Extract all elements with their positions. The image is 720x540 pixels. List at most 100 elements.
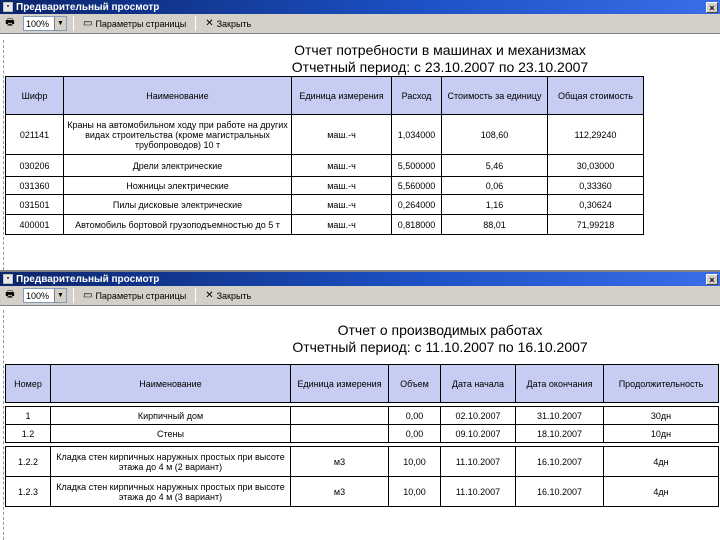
table-cell: 0,264000 [391,194,442,215]
table-row: 1.2 Стены 0,00 09.10.2007 18.10.2007 10д… [5,424,719,443]
print-icon[interactable]: 🖶 [3,17,17,31]
page-setup-label: Параметры страницы [95,18,187,29]
table-cell: 5,46 [441,154,548,177]
column-header: Единица измерения [291,76,392,115]
table-cell: 031501 [5,194,64,215]
table-cell: 11.10.2007 [440,446,516,477]
page-setup-label: Параметры страницы [95,290,187,301]
column-header: Продолжительность [603,364,719,403]
table-cell: Дрели электрические [63,154,292,177]
table-cell: маш.-ч [291,154,392,177]
column-header: Дата окончания [515,364,604,403]
zoom-select[interactable]: 100% ▼ [23,288,67,303]
toolbar: 🖶 100% ▼ ▭ Параметры страницы ✕ Закрыть [0,286,720,306]
toolbar-divider [73,288,74,303]
table-cell: 0,33360 [547,176,644,195]
column-header: Шифр [5,76,64,115]
table-cell: 030206 [5,154,64,177]
page-setup-button[interactable]: ▭ Параметры страницы [80,18,189,29]
page-margin-line [3,310,4,540]
report-title-line: Отчет потребности в машинах и механизмах [294,42,586,58]
chevron-down-icon[interactable]: ▼ [54,17,66,30]
report-title-line: Отчет о производимых работах [337,322,543,338]
table-cell: 02.10.2007 [440,406,516,425]
column-header: Наименование [50,364,291,403]
table-cell: маш.-ч [291,114,392,155]
table-cell: Краны на автомобильном ходу при работе н… [63,114,292,155]
table-row: 030206 Дрели электрические маш.-ч 5,5000… [5,154,644,177]
table-row: 1.2.2 Кладка стен кирпичных наружных про… [5,446,719,477]
page-icon: ▭ [83,290,93,301]
close-button[interactable]: ✕ Закрыть [202,18,254,29]
close-button[interactable]: ✕ Закрыть [202,290,254,301]
table-cell: 1,16 [441,194,548,215]
report-page: Отчет о производимых работах Отчетный пе… [0,306,720,540]
table-cell: Стены [50,424,291,443]
toolbar-divider [195,16,197,31]
table-row: 1 Кирпичный дом 0,00 02.10.2007 31.10.20… [5,406,719,425]
column-header: Расход [391,76,442,115]
report-period-line: Отчетный период: с 11.10.2007 по 16.10.2… [292,339,588,355]
table-cell: 112,29240 [547,114,644,155]
table-cell: 30,03000 [547,154,644,177]
table-cell: Кирпичный дом [50,406,291,425]
table-cell: Ножницы электрические [63,176,292,195]
table-cell: 10дн [603,424,719,443]
column-header: Единица измерения [290,364,389,403]
table-row: 031501 Пилы дисковые электрические маш.-… [5,194,644,215]
table-cell: Пилы дисковые электрические [63,194,292,215]
table-cell: 10,00 [388,476,441,507]
table-cell: 5,500000 [391,154,442,177]
zoom-select[interactable]: 100% ▼ [23,16,67,31]
print-icon[interactable]: 🖶 [3,289,17,303]
table-cell: 108,60 [441,114,548,155]
column-header: Номер [5,364,51,403]
zoom-value: 100% [26,290,50,301]
column-header: Наименование [63,76,292,115]
table-cell: 031360 [5,176,64,195]
close-icon: ✕ [205,18,214,29]
table-cell: 71,99218 [547,214,644,235]
zoom-value: 100% [26,18,50,29]
table-cell: м3 [290,476,389,507]
close-icon[interactable]: × [706,1,718,13]
column-header: Объем [388,364,441,403]
table-cell: м3 [290,446,389,477]
report-table: Шифр Наименование Единица измерения Расх… [5,76,644,235]
table-cell: 31.10.2007 [515,406,604,425]
app-icon: ▪ [3,2,13,12]
table-cell: 0,818000 [391,214,442,235]
table-cell [290,424,389,443]
table-cell: 16.10.2007 [515,446,604,477]
page-setup-button[interactable]: ▭ Параметры страницы [80,290,189,301]
table-cell: Кладка стен кирпичных наружных простых п… [50,476,291,507]
page-icon: ▭ [83,18,93,29]
table-cell: маш.-ч [291,214,392,235]
close-icon[interactable]: × [706,273,718,285]
close-icon: ✕ [205,290,214,301]
toolbar-divider [195,288,197,303]
table-cell [290,406,389,425]
report-title: Отчет потребности в машинах и механизмах… [270,42,610,76]
title-bar: ▪ Предварительный просмотр × [0,0,720,14]
title-bar: ▪ Предварительный просмотр × [0,272,720,286]
column-header: Общая стоимость [547,76,644,115]
table-cell: 88,01 [441,214,548,235]
chevron-down-icon[interactable]: ▼ [54,289,66,302]
preview-window-top: ▪ Предварительный просмотр × 🖶 100% ▼ ▭ … [0,0,720,270]
window-title: Предварительный просмотр [16,273,160,285]
table-cell: 30дн [603,406,719,425]
report-period-line: Отчетный период: с 23.10.2007 по 23.10.2… [291,59,589,75]
table-cell: 0,30624 [547,194,644,215]
table-cell: маш.-ч [291,176,392,195]
table-cell: 11.10.2007 [440,476,516,507]
table-cell: 16.10.2007 [515,476,604,507]
window-title: Предварительный просмотр [16,1,160,13]
table-cell: 0,00 [388,424,441,443]
table-cell: 400001 [5,214,64,235]
table-cell: 0,06 [441,176,548,195]
table-row: 400001 Автомобиль бортовой грузоподъемно… [5,214,644,235]
preview-window-bottom: ▪ Предварительный просмотр × 🖶 100% ▼ ▭ … [0,270,720,540]
table-row: 021141 Краны на автомобильном ходу при р… [5,114,644,155]
report-table: Номер Наименование Единица измерения Объ… [5,364,719,507]
